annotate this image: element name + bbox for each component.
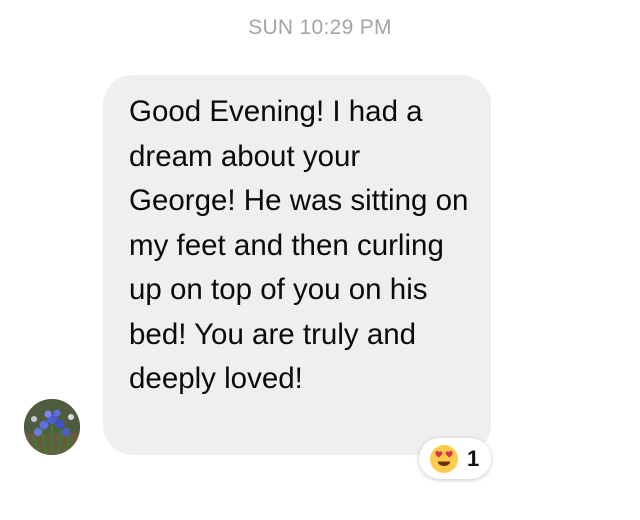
message-timestamp: SUN 10:29 PM — [248, 16, 392, 39]
reaction-count: 1 — [467, 445, 480, 471]
sender-avatar[interactable] — [24, 399, 80, 455]
message-text: Good Evening! I had a dream about your G… — [129, 95, 469, 395]
heart-eyes-emoji-icon — [430, 444, 458, 473]
message-bubble[interactable]: Good Evening! I had a dream about your G… — [103, 75, 491, 455]
reaction-badge[interactable]: 1 — [419, 438, 491, 479]
flower-avatar-icon — [24, 399, 80, 455]
